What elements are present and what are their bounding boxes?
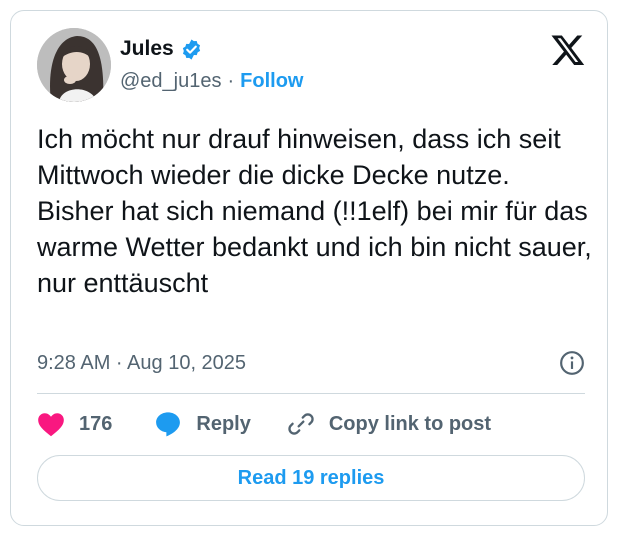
post-timestamp[interactable]: 9:28 AM · Aug 10, 2025 [37,351,246,375]
post-card: Jules @ed_ju1es · Follow Ich möcht nur d… [10,10,608,526]
copy-link-button[interactable]: Copy link to post [287,410,491,438]
like-button[interactable]: 176 [37,411,112,437]
avatar-image [37,28,111,102]
follow-button[interactable]: Follow [240,69,303,93]
post-text: Ich möcht nur drauf hinweisen, dass ich … [37,124,592,298]
heart-icon [38,413,64,437]
link-icon [288,413,314,435]
reply-bubble-icon [156,412,181,437]
author-handle[interactable]: @ed_ju1es [120,69,221,93]
x-logo-icon[interactable] [549,32,587,68]
avatar[interactable] [37,28,111,102]
copy-link-label: Copy link to post [328,412,492,435]
divider [37,393,585,394]
author-name-row: Jules [120,37,203,61]
reply-label: Reply [196,412,251,435]
read-replies-button[interactable]: Read 19 replies [37,455,585,501]
author-handle-row: @ed_ju1es · Follow [120,69,303,93]
author-name[interactable]: Jules [120,37,174,61]
like-count: 176 [79,412,113,435]
separator-dot: · [227,70,235,92]
reply-button[interactable]: Reply [154,410,251,438]
action-bar: 176 Reply Copy link to post [37,409,491,439]
verified-badge-icon [182,38,200,60]
info-icon[interactable] [559,350,585,376]
